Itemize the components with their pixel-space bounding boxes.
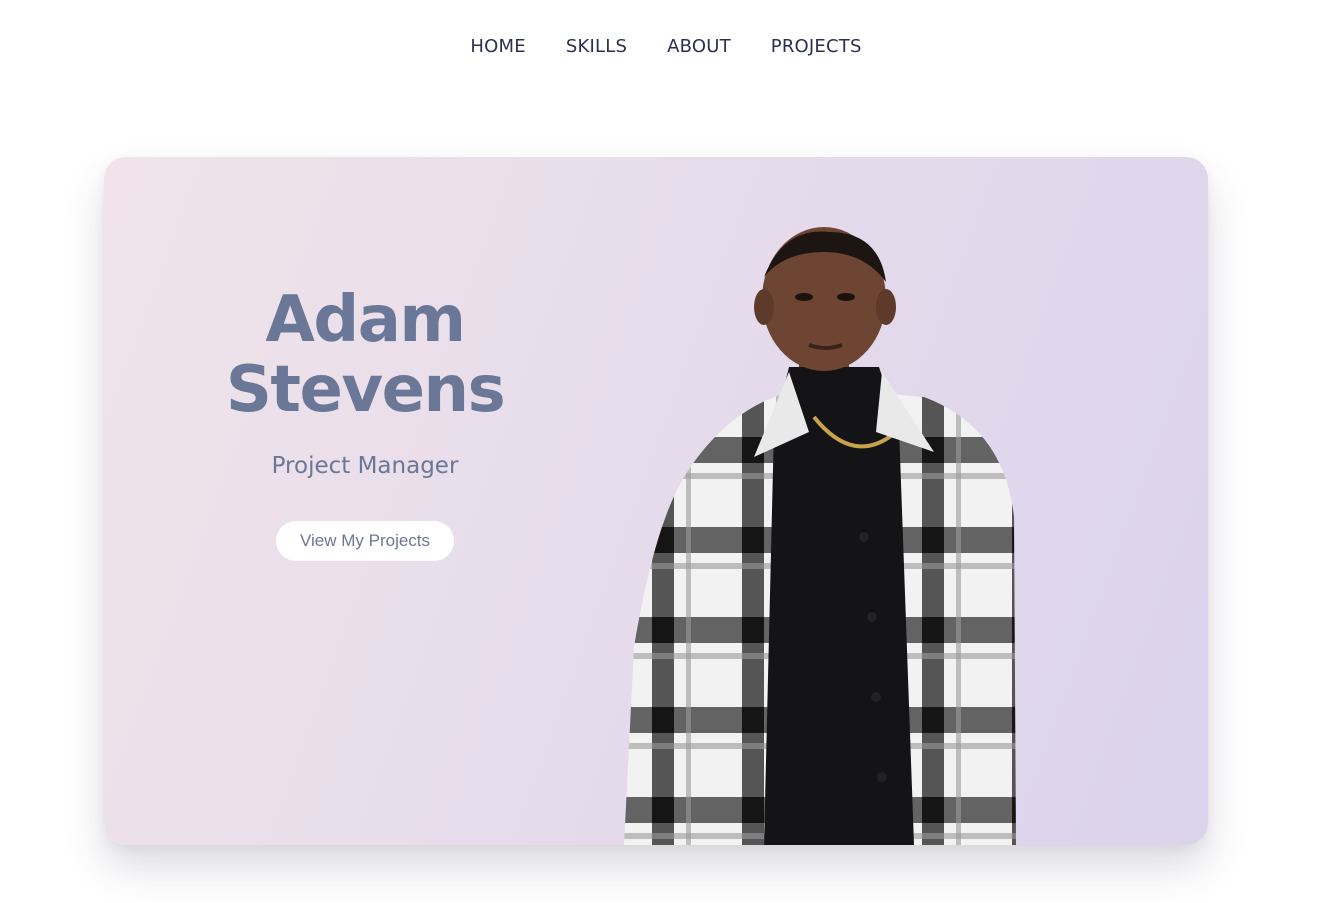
- hero-card: Adam Stevens Project Manager View My Pro…: [104, 157, 1208, 845]
- nav-item-home[interactable]: HOME: [470, 30, 525, 64]
- hero-last-name: Stevens: [225, 353, 506, 427]
- main-nav: HOME SKILLS ABOUT PROJECTS: [0, 30, 1332, 64]
- hero-role: Project Manager: [271, 453, 459, 479]
- portrait-image: [624, 227, 1016, 845]
- nav-item-about[interactable]: ABOUT: [667, 30, 731, 64]
- nav-item-projects[interactable]: PROJECTS: [771, 30, 862, 64]
- hero-first-name: Adam: [265, 283, 466, 357]
- hero-text: Adam Stevens Project Manager View My Pro…: [194, 285, 536, 561]
- nav-item-skills[interactable]: SKILLS: [566, 30, 627, 64]
- view-projects-button[interactable]: View My Projects: [275, 521, 455, 561]
- hero-name: Adam Stevens: [194, 285, 536, 425]
